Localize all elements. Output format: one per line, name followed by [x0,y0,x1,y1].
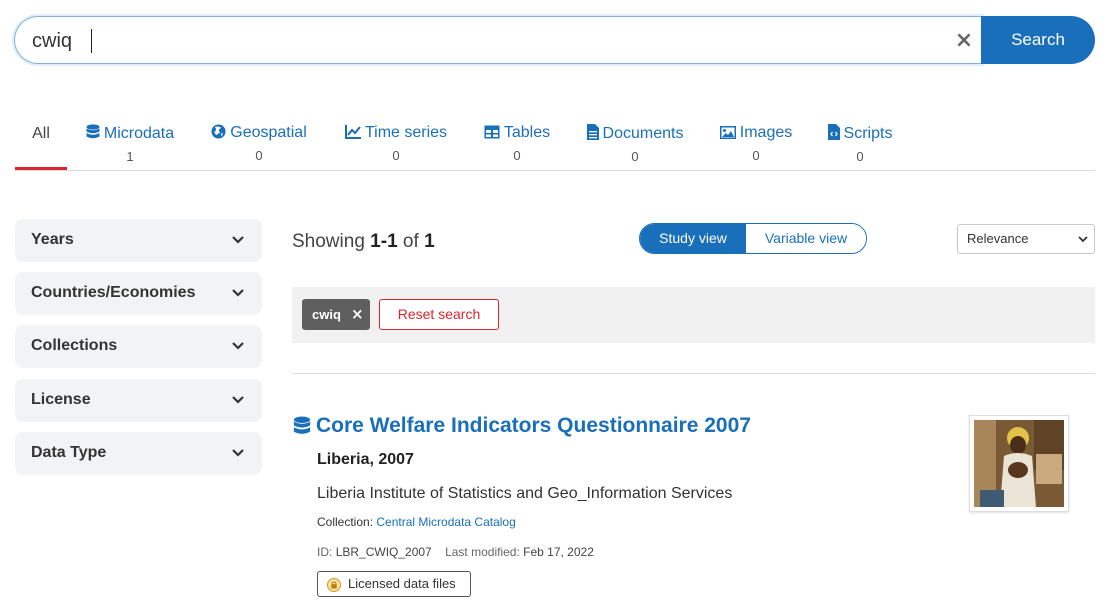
tab-label: Geospatial [230,124,307,141]
table-icon [484,125,500,139]
remove-filter-icon[interactable]: × [351,305,364,323]
chevron-down-icon [232,396,244,404]
content-type-tabs: All Microdata 1 Geospatial 0 Time series… [15,116,1095,171]
result-title-link[interactable]: Core Welfare Indicators Questionnaire 20… [316,414,751,438]
tab-microdata[interactable]: Microdata 1 [82,116,178,170]
tab-count: 0 [255,148,263,163]
study-view-button[interactable]: Study view [640,224,746,253]
tab-label: Documents [602,125,684,142]
license-badge[interactable]: Licensed data files [317,571,471,597]
search-button[interactable]: Search [981,16,1095,64]
tab-tables[interactable]: Tables 0 [480,116,554,170]
active-filters-bar: cwiq × Reset search [292,287,1095,343]
clear-search-icon[interactable]: × [953,30,975,52]
tab-documents[interactable]: Documents 0 [581,116,689,170]
result-country-year: Liberia, 2007 [317,451,414,468]
facet-license[interactable]: License [15,379,262,422]
tab-label: Scripts [843,125,893,142]
study-thumbnail[interactable] [969,415,1069,512]
facet-years[interactable]: Years [15,219,262,262]
results-total: 1 [424,231,435,252]
tab-geospatial[interactable]: Geospatial 0 [208,116,310,170]
database-icon [293,416,311,434]
lock-icon [327,578,341,592]
tab-count: 0 [856,149,864,164]
tab-label: All [32,125,50,142]
database-icon [86,124,100,139]
modified-label: Last modified: [445,545,520,559]
tab-count: 0 [392,148,400,163]
line-chart-icon [344,125,361,139]
variable-view-button[interactable]: Variable view [746,224,866,253]
chevron-down-icon [232,236,244,244]
tab-count: 0 [513,148,521,163]
tab-count: 0 [631,149,639,164]
facet-label: License [31,391,91,408]
id-value: LBR_CWIQ_2007 [335,545,432,559]
id-label: ID: [317,545,333,559]
filter-chip[interactable]: cwiq × [302,299,370,330]
view-toggle: Study view Variable view [639,223,867,254]
result-producer: Liberia Institute of Statistics and Geo_… [317,485,733,502]
tab-time-series[interactable]: Time series 0 [341,116,451,170]
tab-all[interactable]: All [15,116,67,170]
facet-countries-economies[interactable]: Countries/Economies [15,272,262,315]
results-count: Showing 1-1 of 1 [292,231,435,253]
tab-images[interactable]: Images 0 [716,116,796,170]
tab-count: 1 [126,149,134,164]
tab-label: Images [739,124,793,141]
search-input[interactable] [32,27,932,55]
search-input-container[interactable]: × [14,16,982,64]
tab-scripts[interactable]: Scripts 0 [821,116,899,170]
facet-label: Countries/Economies [31,284,196,301]
facet-data-type[interactable]: Data Type [15,432,262,475]
tab-label: Microdata [103,125,175,142]
text-caret [91,29,92,53]
tab-label: Tables [503,124,551,141]
divider [292,373,1095,374]
sort-select[interactable]: Relevance [957,224,1095,254]
document-icon [586,124,599,140]
collection-link[interactable]: Central Microdata Catalog [376,515,515,529]
collection-label: Collection: [317,515,374,529]
chevron-down-icon [232,449,244,457]
tab-count: 0 [752,148,760,163]
facet-label: Years [31,231,74,248]
chevron-down-icon [232,289,244,297]
script-file-icon [827,124,840,140]
modified-value: Feb 17, 2022 [523,545,594,559]
globe-icon [211,124,226,139]
search-bar: × Search [14,16,1095,64]
showing-prefix: Showing [292,231,365,252]
facet-label: Data Type [31,444,107,461]
sort-selected-value: Relevance [967,231,1029,246]
facet-label: Collections [31,337,118,354]
reset-search-button[interactable]: Reset search [379,299,499,330]
of-word: of [402,231,419,252]
result-collection: Collection: Central Microdata Catalog [317,515,516,529]
image-icon [719,126,736,139]
license-label: Licensed data files [348,576,456,591]
tab-label: Time series [364,124,448,141]
results-range: 1-1 [370,231,398,252]
filter-chip-label: cwiq [312,307,341,322]
result-meta: ID: LBR_CWIQ_2007 Last modified: Feb 17,… [317,545,594,559]
chevron-down-icon [232,342,244,350]
facet-collections[interactable]: Collections [15,325,262,368]
thumbnail-image [974,420,1064,507]
chevron-down-icon [1078,236,1088,243]
